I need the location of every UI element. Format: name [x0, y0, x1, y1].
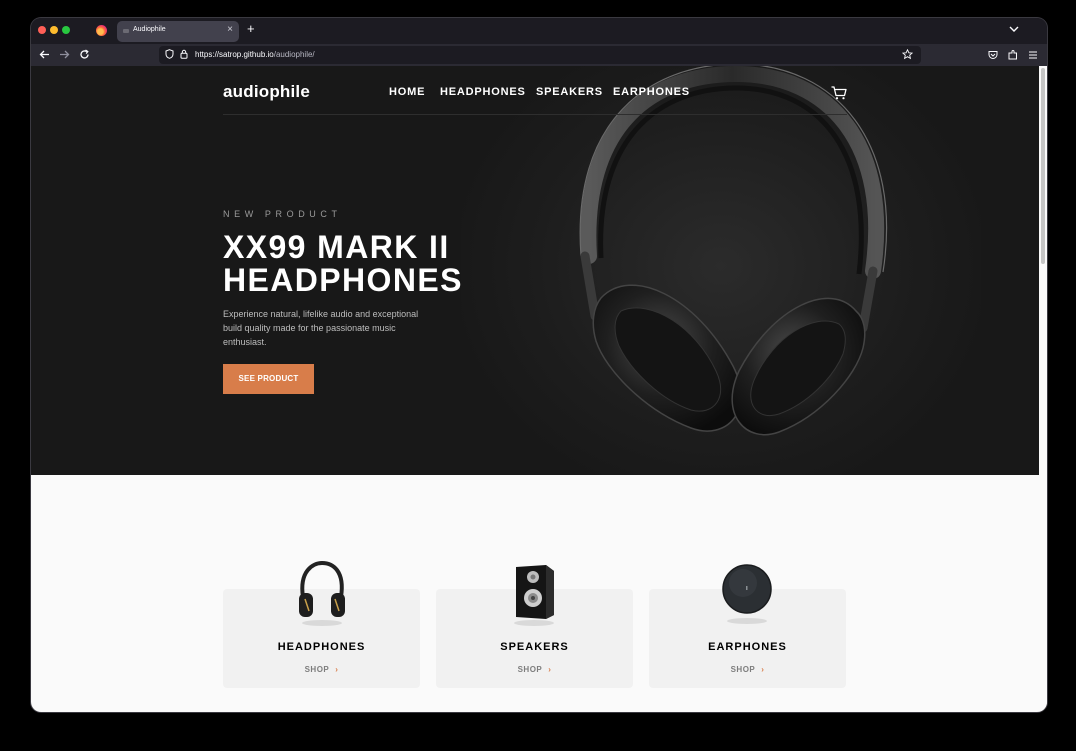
category-card-headphones[interactable]: HEADPHONES SHOP ›	[223, 561, 420, 688]
hero-section: audiophile HOME HEADPHONES SPEAKERS EARP…	[31, 66, 1039, 475]
minimize-window-button[interactable]	[50, 26, 58, 34]
forward-arrow-icon[interactable]	[59, 49, 70, 60]
header-divider	[223, 114, 847, 115]
pocket-icon[interactable]	[988, 50, 998, 60]
lock-icon[interactable]	[180, 49, 188, 59]
star-icon[interactable]	[902, 49, 913, 60]
navigation-toolbar: https://satrop.github.io/audiophile/	[31, 44, 1047, 66]
cart-icon[interactable]	[831, 86, 847, 100]
tab-strip: Audiophile × +	[31, 18, 1047, 44]
shop-label: SHOP	[304, 665, 330, 674]
page-scrollbar[interactable]	[1039, 66, 1047, 712]
category-title-earphones: EARPHONES	[708, 641, 787, 653]
nav-headphones[interactable]: HEADPHONES	[440, 86, 526, 98]
tab-list-icon[interactable]	[1009, 24, 1019, 34]
category-card-speakers[interactable]: SPEAKERS SHOP ›	[436, 565, 633, 688]
menu-icon[interactable]	[1028, 50, 1038, 60]
shop-label: SHOP	[517, 665, 543, 674]
maximize-window-button[interactable]	[62, 26, 70, 34]
tab-audiophile[interactable]: Audiophile ×	[117, 21, 239, 42]
shield-icon[interactable]	[165, 49, 174, 59]
shop-link-speakers[interactable]: SHOP ›	[436, 665, 633, 674]
nav-earphones[interactable]: EARPHONES	[613, 86, 690, 98]
chevron-right-icon: ›	[548, 665, 552, 674]
hero-overline: NEW PRODUCT	[223, 209, 342, 219]
extensions-icon[interactable]	[1008, 50, 1018, 60]
firefox-icon	[96, 25, 107, 36]
hero-headline: XX99 MARK II HEADPHONES	[223, 229, 463, 298]
scrollbar-thumb[interactable]	[1041, 68, 1045, 264]
reload-icon[interactable]	[79, 49, 90, 60]
shop-label: SHOP	[730, 665, 756, 674]
tab-title: Audiophile	[133, 26, 166, 33]
category-title-headphones: HEADPHONES	[277, 641, 366, 653]
earphones-thumbnail	[722, 564, 772, 624]
tab-close-button[interactable]: ×	[227, 24, 233, 35]
url-path: /audiophile/	[273, 50, 315, 59]
nav-home[interactable]: HOME	[389, 86, 425, 98]
speaker-thumbnail	[514, 565, 554, 626]
headphones-thumbnail	[299, 561, 345, 626]
favicon-icon	[123, 29, 129, 33]
shop-link-headphones[interactable]: SHOP ›	[223, 665, 420, 674]
browser-window: Audiophile × + https://satrop.github.io/…	[31, 18, 1047, 712]
page-viewport: audiophile HOME HEADPHONES SPEAKERS EARP…	[31, 66, 1047, 712]
site-logo[interactable]: audiophile	[223, 82, 310, 102]
close-window-button[interactable]	[38, 26, 46, 34]
chevron-right-icon: ›	[335, 665, 339, 674]
address-bar[interactable]: https://satrop.github.io/audiophile/	[159, 46, 921, 64]
url-text[interactable]: https://satrop.github.io/audiophile/	[195, 50, 315, 59]
chevron-right-icon: ›	[761, 665, 765, 674]
category-card-earphones[interactable]: EARPHONES SHOP ›	[649, 564, 846, 688]
back-arrow-icon[interactable]	[39, 49, 50, 60]
url-host: https://satrop.github.io	[195, 50, 274, 59]
category-title-speakers: SPEAKERS	[500, 641, 569, 653]
see-product-button[interactable]: SEE PRODUCT	[223, 364, 314, 394]
new-tab-button[interactable]: +	[247, 21, 255, 36]
hero-description: Experience natural, lifelike audio and e…	[223, 309, 419, 347]
headphones-hero-image	[579, 66, 888, 436]
nav-speakers[interactable]: SPEAKERS	[536, 86, 603, 98]
shop-link-earphones[interactable]: SHOP ›	[649, 665, 846, 674]
